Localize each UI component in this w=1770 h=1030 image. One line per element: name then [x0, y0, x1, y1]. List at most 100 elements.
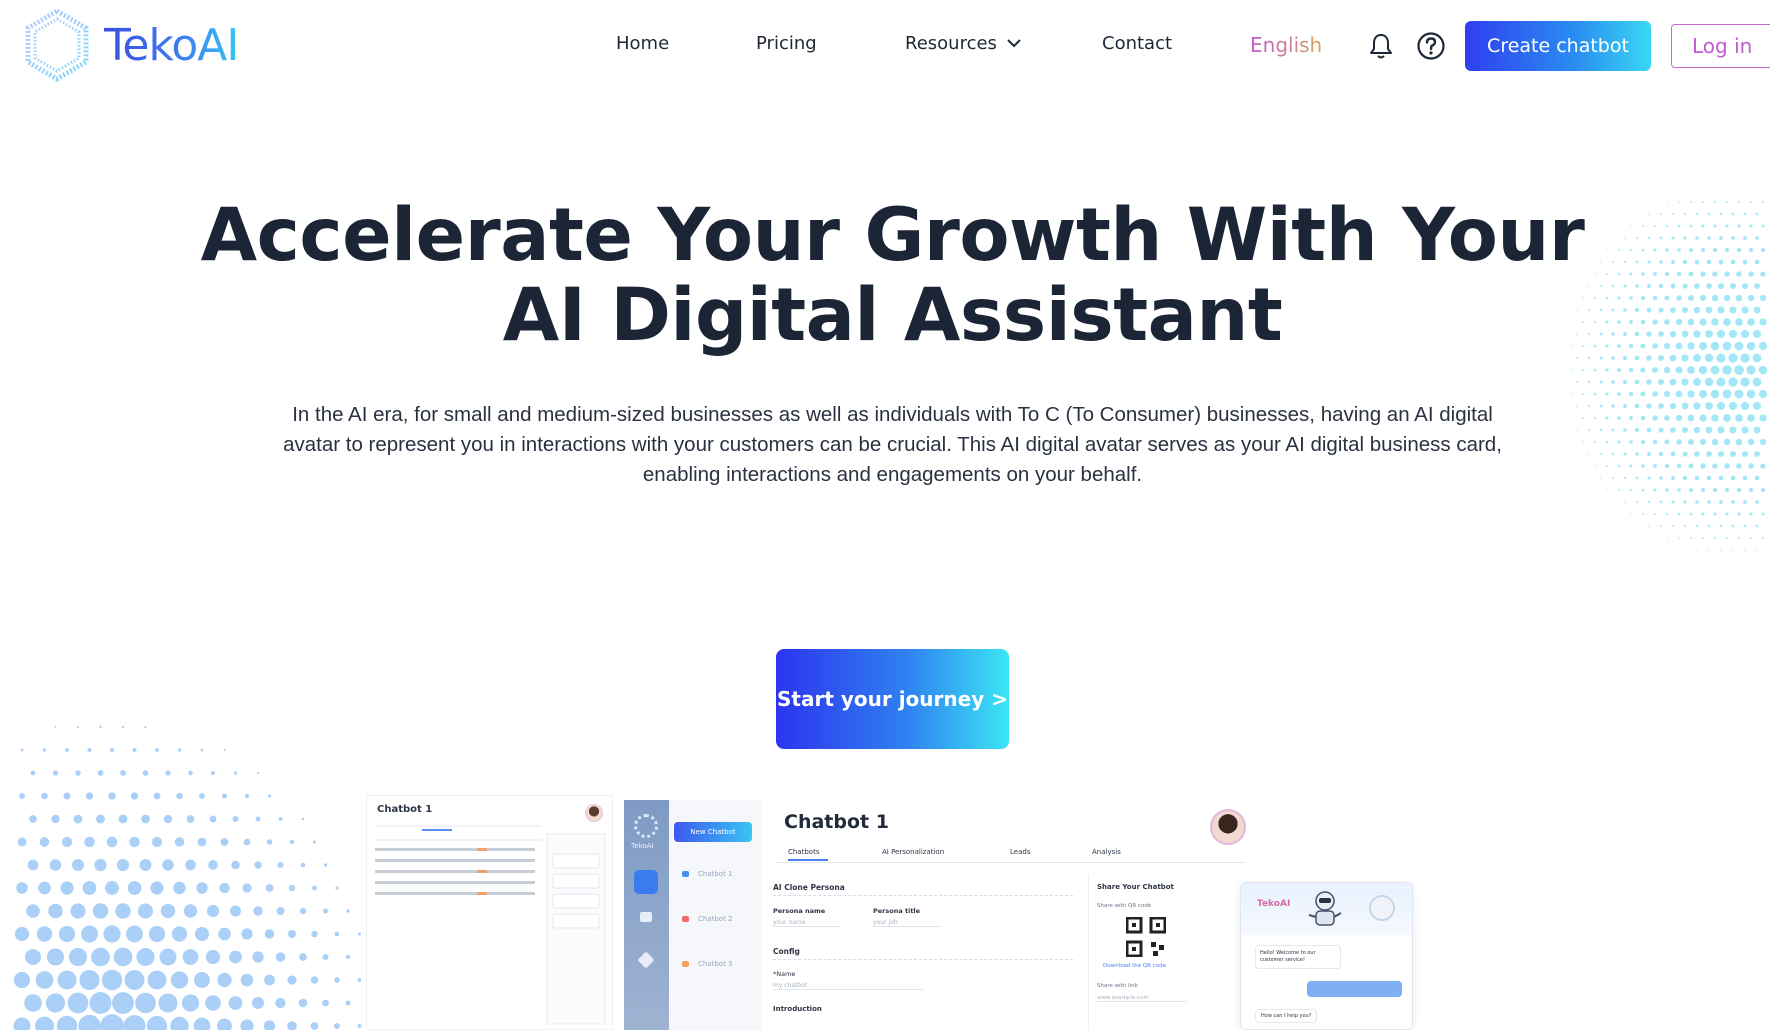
- decorative-dot: [1629, 440, 1633, 444]
- decorative-dot: [1594, 441, 1596, 443]
- decorative-dot: [263, 1020, 276, 1030]
- decorative-dot: [121, 725, 125, 729]
- decorative-dot: [153, 792, 161, 800]
- decorative-dot: [334, 931, 340, 937]
- download-qr-link: Download the QR code: [1103, 963, 1167, 969]
- decorative-dot: [345, 954, 351, 960]
- persona-title-field: your job: [873, 919, 941, 927]
- decorative-dot: [174, 837, 185, 847]
- decorative-dot: [311, 930, 318, 938]
- decorative-dot: [1669, 402, 1677, 410]
- decorative-dot: [1725, 536, 1729, 540]
- decorative-dot: [1710, 365, 1720, 375]
- nav-pricing[interactable]: Pricing: [756, 33, 817, 54]
- decorative-dot: [1700, 463, 1706, 469]
- decorative-dot: [87, 747, 92, 753]
- decorative-dot: [75, 770, 81, 776]
- decorative-dot: [1664, 415, 1670, 421]
- decorative-dot: [16, 882, 28, 894]
- bell-icon[interactable]: [1368, 32, 1394, 60]
- decorative-dot: [148, 925, 166, 943]
- preview-chatbot-item-1: Chatbot 1: [698, 870, 733, 878]
- decorative-dot: [357, 978, 362, 982]
- decorative-dot: [1606, 489, 1608, 491]
- language-selector[interactable]: English: [1250, 33, 1322, 57]
- decorative-dot: [35, 971, 54, 989]
- decorative-dot: [1646, 379, 1652, 385]
- preview-sidebar: TekoAI New Chatbot Chatbot 1 Chatbot 2 C…: [624, 800, 762, 1030]
- decorative-dot: [1701, 512, 1705, 516]
- decorative-dot: [1699, 438, 1707, 446]
- decorative-dot: [1753, 402, 1761, 410]
- decorative-dot: [1762, 537, 1764, 539]
- nav-contact[interactable]: Contact: [1102, 33, 1172, 54]
- decorative-dot: [1653, 512, 1657, 516]
- start-journey-button[interactable]: Start your journey >: [776, 649, 1009, 749]
- decorative-dot: [1635, 476, 1639, 480]
- config-divider: [773, 959, 1073, 960]
- decorative-dot: [94, 858, 107, 872]
- decorative-dot: [96, 814, 105, 824]
- decorative-dot: [1712, 463, 1718, 469]
- decorative-dot: [1606, 465, 1608, 467]
- nav-resources[interactable]: Resources: [905, 33, 1021, 54]
- decorative-dot: [1629, 488, 1633, 492]
- decorative-dot: [334, 1023, 340, 1029]
- decorative-dot: [1652, 391, 1658, 397]
- decorative-dot: [146, 1015, 168, 1030]
- decorative-dot: [1676, 463, 1682, 469]
- decorative-dot: [71, 858, 85, 872]
- decorative-dot: [1681, 402, 1689, 410]
- persona-divider: [773, 895, 1073, 896]
- decorative-dot: [1752, 377, 1762, 387]
- decorative-dot: [1617, 464, 1621, 468]
- decorative-dot: [1660, 525, 1662, 527]
- decorative-dot: [1675, 390, 1683, 398]
- login-button[interactable]: Log in: [1671, 24, 1770, 68]
- decorative-dot: [1634, 403, 1640, 409]
- decorative-dot: [1743, 500, 1747, 504]
- decorative-dot: [130, 792, 139, 800]
- brand-logo[interactable]: TekoAI: [24, 8, 239, 82]
- robot-icon: [1308, 891, 1342, 926]
- decorative-dot: [1759, 438, 1767, 446]
- nav-home[interactable]: Home: [616, 33, 669, 54]
- decorative-dot: [1744, 549, 1746, 551]
- decorative-dot: [109, 747, 115, 753]
- help-icon[interactable]: [1416, 31, 1446, 61]
- decorative-dot: [57, 970, 77, 990]
- decorative-dot: [1723, 414, 1731, 422]
- decorative-dot: [82, 881, 97, 895]
- decorative-dot: [147, 970, 167, 990]
- decorative-dot: [101, 969, 123, 991]
- create-chatbot-button[interactable]: Create chatbot: [1465, 21, 1651, 71]
- decorative-dot: [1730, 475, 1736, 481]
- decorative-dot: [1700, 487, 1706, 493]
- decorative-dot: [70, 903, 86, 919]
- decorative-dot: [1605, 440, 1609, 444]
- decorative-dot: [1622, 379, 1628, 385]
- decorative-dot: [1593, 416, 1597, 420]
- chatbot-rail-icon: [634, 870, 658, 894]
- decorative-dot: [240, 1019, 254, 1030]
- decorative-dot: [1648, 525, 1650, 527]
- decorative-dot: [256, 771, 260, 775]
- decorative-dot: [205, 995, 221, 1011]
- decorative-dot: [243, 838, 251, 846]
- decorative-dot: [289, 839, 295, 845]
- decorative-dot: [1570, 369, 1572, 371]
- decorative-dot: [230, 905, 241, 917]
- persona-name-label: Persona name: [773, 907, 826, 915]
- decorative-dot: [182, 949, 199, 965]
- decorative-dot: [346, 909, 350, 913]
- decorative-dot: [1748, 487, 1754, 493]
- decorative-dot: [137, 903, 154, 919]
- decorative-dot: [1611, 380, 1615, 384]
- decorative-dot: [1713, 512, 1717, 516]
- decorative-dot: [124, 970, 145, 990]
- decorative-dot: [275, 952, 286, 962]
- decorative-dot: [118, 814, 128, 824]
- decorative-dot: [301, 817, 305, 821]
- decorative-dot: [1681, 378, 1689, 386]
- decorative-dot: [1646, 427, 1652, 433]
